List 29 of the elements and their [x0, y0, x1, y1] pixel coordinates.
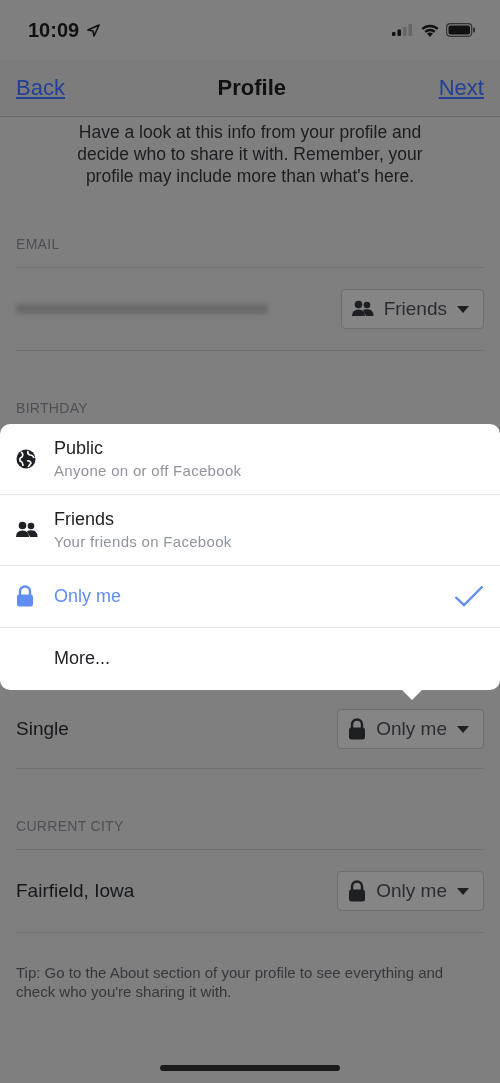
- caret-icon: [457, 305, 469, 313]
- tip-text: Tip: Go to the About section of your profile to see everything and check who you're sharing it with.: [15, 963, 445, 1001]
- lock-icon: [348, 718, 367, 740]
- people-icon: [351, 300, 374, 318]
- intro-text: Have a look at this info from your profile and decide who to share it with. Remember, your profile may include more than what's here.: [76, 121, 424, 187]
- wifi-icon: [420, 23, 440, 37]
- location-arrow-icon: [87, 23, 101, 37]
- audience-option[interactable]: Only me: [0, 565, 500, 628]
- globe-icon: [16, 448, 36, 469]
- checkmark-icon: [454, 585, 484, 608]
- lock-icon: [16, 585, 34, 608]
- battery-icon: [446, 23, 476, 37]
- back-link[interactable]: Back: [16, 75, 65, 101]
- caret-icon: [457, 725, 469, 733]
- lock-icon: [348, 880, 367, 902]
- audience-dropdown[interactable]: Friends: [340, 289, 484, 329]
- caret-icon: [457, 887, 469, 895]
- audience-dropdown[interactable]: Only me: [337, 709, 484, 749]
- people-icon: [16, 520, 38, 539]
- audience-option[interactable]: Public Anyone on or off Facebook: [0, 424, 500, 495]
- field-value: Fairfield, Iowa: [16, 880, 135, 902]
- next-link[interactable]: Next: [438, 75, 484, 101]
- nav-title: Profile: [217, 75, 287, 101]
- field-value: Single: [16, 718, 69, 740]
- audience-dropdown[interactable]: Only me: [337, 871, 484, 911]
- signal-icon: [392, 24, 414, 36]
- audience-option[interactable]: More...: [0, 627, 500, 690]
- status-time: 10:09: [28, 18, 80, 42]
- audience-option[interactable]: Friends Your friends on Facebook: [0, 494, 500, 566]
